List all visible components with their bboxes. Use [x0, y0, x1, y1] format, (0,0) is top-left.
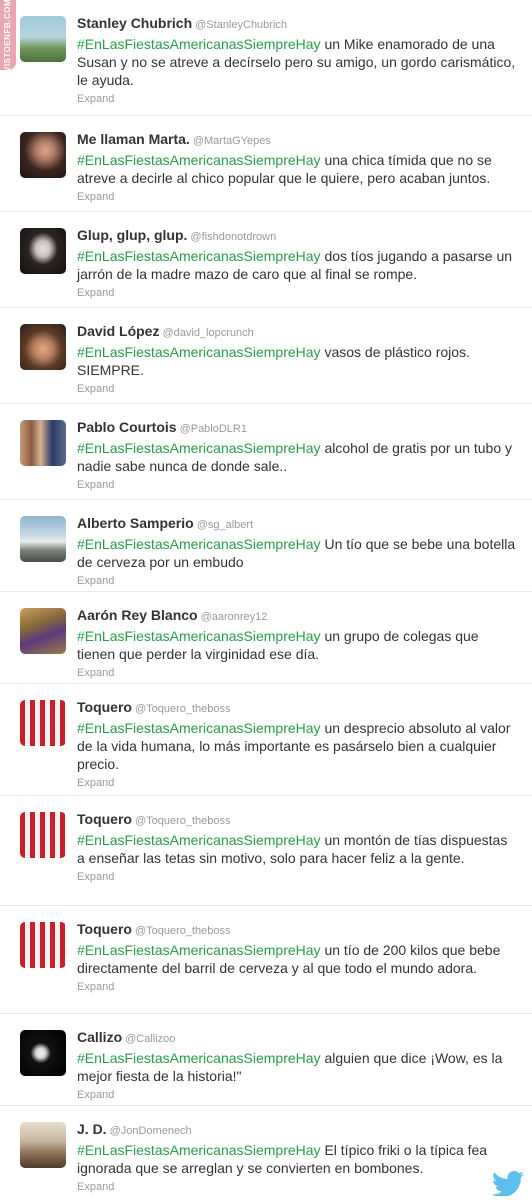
hashtag-link[interactable]: #EnLasFiestasAmericanasSiempreHay [77, 628, 321, 644]
expand-link[interactable]: Expand [77, 776, 517, 790]
tweet-item[interactable]: Aarón Rey Blanco @aaronrey12 #EnLasFiesta… [0, 592, 532, 684]
tweet-text: #EnLasFiestasAmericanasSiempreHay dos tí… [77, 247, 517, 283]
avatar[interactable] [20, 1122, 66, 1168]
tweet-text: #EnLasFiestasAmericanasSiempreHay El típ… [77, 1141, 517, 1177]
author-name[interactable]: Stanley Chubrich [77, 15, 192, 31]
expand-link[interactable]: Expand [77, 382, 517, 396]
tweet-item[interactable]: Toquero @Toquero_theboss #EnLasFiestasAme… [0, 906, 532, 1014]
author-name[interactable]: Aarón Rey Blanco [77, 607, 198, 623]
avatar[interactable] [20, 700, 66, 746]
hashtag-link[interactable]: #EnLasFiestasAmericanasSiempreHay [77, 536, 321, 552]
tweet-text: #EnLasFiestasAmericanasSiempreHay un mon… [77, 831, 517, 867]
site-watermark: VISTOENFB.COM [0, 0, 16, 72]
tweet-text: #EnLasFiestasAmericanasSiempreHay una ch… [77, 151, 517, 187]
tweet-item[interactable]: David López @david_lopcrunch #EnLasFiesta… [0, 308, 532, 404]
expand-link[interactable]: Expand [77, 574, 517, 588]
author-name[interactable]: Me llaman Marta. [77, 131, 190, 147]
author-handle[interactable]: @Toquero_theboss [135, 815, 231, 827]
author-handle[interactable]: @MartaGYepes [193, 135, 271, 147]
author-handle[interactable]: @Callizoo [125, 1033, 175, 1045]
author-name[interactable]: Callizo [77, 1029, 122, 1045]
hashtag-link[interactable]: #EnLasFiestasAmericanasSiempreHay [77, 942, 321, 958]
tweet-item[interactable]: Glup, glup, glup. @fishdonotdrown #EnLasF… [0, 212, 532, 308]
avatar[interactable] [20, 420, 66, 466]
author-handle[interactable]: @Toquero_theboss [135, 925, 231, 937]
avatar[interactable] [20, 922, 66, 968]
tweet-item[interactable]: J. D. @JonDomenech #EnLasFiestasAmericana… [0, 1106, 532, 1200]
hashtag-link[interactable]: #EnLasFiestasAmericanasSiempreHay [77, 248, 321, 264]
author-name[interactable]: Pablo Courtois [77, 419, 177, 435]
avatar[interactable] [20, 132, 66, 178]
author-handle[interactable]: @aaronrey12 [201, 611, 268, 623]
avatar[interactable] [20, 608, 66, 654]
author-name[interactable]: Toquero [77, 811, 132, 827]
tweet-text: #EnLasFiestasAmericanasSiempreHay vasos … [77, 343, 517, 379]
tweet-text: #EnLasFiestasAmericanasSiempreHay un des… [77, 719, 517, 773]
hashtag-link[interactable]: #EnLasFiestasAmericanasSiempreHay [77, 440, 321, 456]
tweet-text: #EnLasFiestasAmericanasSiempreHay alguie… [77, 1049, 517, 1085]
expand-link[interactable]: Expand [77, 190, 517, 204]
expand-link[interactable]: Expand [77, 286, 517, 300]
tweet-text: #EnLasFiestasAmericanasSiempreHay Un tío… [77, 535, 517, 571]
avatar[interactable] [20, 812, 66, 858]
tweet-item[interactable]: Me llaman Marta. @MartaGYepes #EnLasFiest… [0, 116, 532, 212]
tweet-text: #EnLasFiestasAmericanasSiempreHay un Mik… [77, 35, 517, 89]
expand-link[interactable]: Expand [77, 1180, 517, 1194]
expand-link[interactable]: Expand [77, 666, 517, 680]
tweet-item[interactable]: Pablo Courtois @PabloDLR1 #EnLasFiestasAm… [0, 404, 532, 500]
author-name[interactable]: Toquero [77, 921, 132, 937]
author-handle[interactable]: @PabloDLR1 [180, 423, 247, 435]
tweet-text: #EnLasFiestasAmericanasSiempreHay un tío… [77, 941, 517, 977]
avatar[interactable] [20, 516, 66, 562]
expand-link[interactable]: Expand [77, 478, 517, 492]
avatar[interactable] [20, 324, 66, 370]
author-handle[interactable]: @david_lopcrunch [162, 327, 253, 339]
author-name[interactable]: Glup, glup, glup. [77, 227, 187, 243]
tweet-item[interactable]: Toquero @Toquero_theboss #EnLasFiestasAme… [0, 684, 532, 796]
author-handle[interactable]: @sg_albert [197, 519, 253, 531]
author-name[interactable]: Toquero [77, 699, 132, 715]
watermark-text: VISTOENFB.COM [3, 0, 13, 72]
hashtag-link[interactable]: #EnLasFiestasAmericanasSiempreHay [77, 36, 321, 52]
expand-link[interactable]: Expand [77, 870, 517, 884]
expand-link[interactable]: Expand [77, 1088, 517, 1102]
tweet-item[interactable]: Toquero @Toquero_theboss #EnLasFiestasAme… [0, 796, 532, 906]
avatar[interactable] [20, 228, 66, 274]
tweet-text: #EnLasFiestasAmericanasSiempreHay alcoho… [77, 439, 517, 475]
expand-link[interactable]: Expand [77, 92, 517, 106]
tweet-item[interactable]: Stanley Chubrich @StanleyChubrich #EnLasF… [0, 0, 532, 116]
hashtag-link[interactable]: #EnLasFiestasAmericanasSiempreHay [77, 1050, 321, 1066]
author-name[interactable]: David López [77, 323, 159, 339]
tweet-item[interactable]: Callizo @Callizoo #EnLasFiestasAmericanas… [0, 1014, 532, 1106]
author-handle[interactable]: @Toquero_theboss [135, 703, 231, 715]
hashtag-link[interactable]: #EnLasFiestasAmericanasSiempreHay [77, 720, 321, 736]
author-name[interactable]: J. D. [77, 1121, 107, 1137]
avatar[interactable] [20, 16, 66, 62]
author-handle[interactable]: @StanleyChubrich [195, 19, 287, 31]
twitter-bird-icon [492, 1171, 524, 1196]
hashtag-link[interactable]: #EnLasFiestasAmericanasSiempreHay [77, 152, 321, 168]
tweet-item[interactable]: Alberto Samperio @sg_albert #EnLasFiestas… [0, 500, 532, 592]
hashtag-link[interactable]: #EnLasFiestasAmericanasSiempreHay [77, 344, 321, 360]
avatar[interactable] [20, 1030, 66, 1076]
hashtag-link[interactable]: #EnLasFiestasAmericanasSiempreHay [77, 832, 321, 848]
tweet-text: #EnLasFiestasAmericanasSiempreHay un gru… [77, 627, 517, 663]
author-name[interactable]: Alberto Samperio [77, 515, 194, 531]
expand-link[interactable]: Expand [77, 980, 517, 994]
author-handle[interactable]: @fishdonotdrown [190, 231, 276, 243]
author-handle[interactable]: @JonDomenech [110, 1125, 192, 1137]
hashtag-link[interactable]: #EnLasFiestasAmericanasSiempreHay [77, 1142, 321, 1158]
